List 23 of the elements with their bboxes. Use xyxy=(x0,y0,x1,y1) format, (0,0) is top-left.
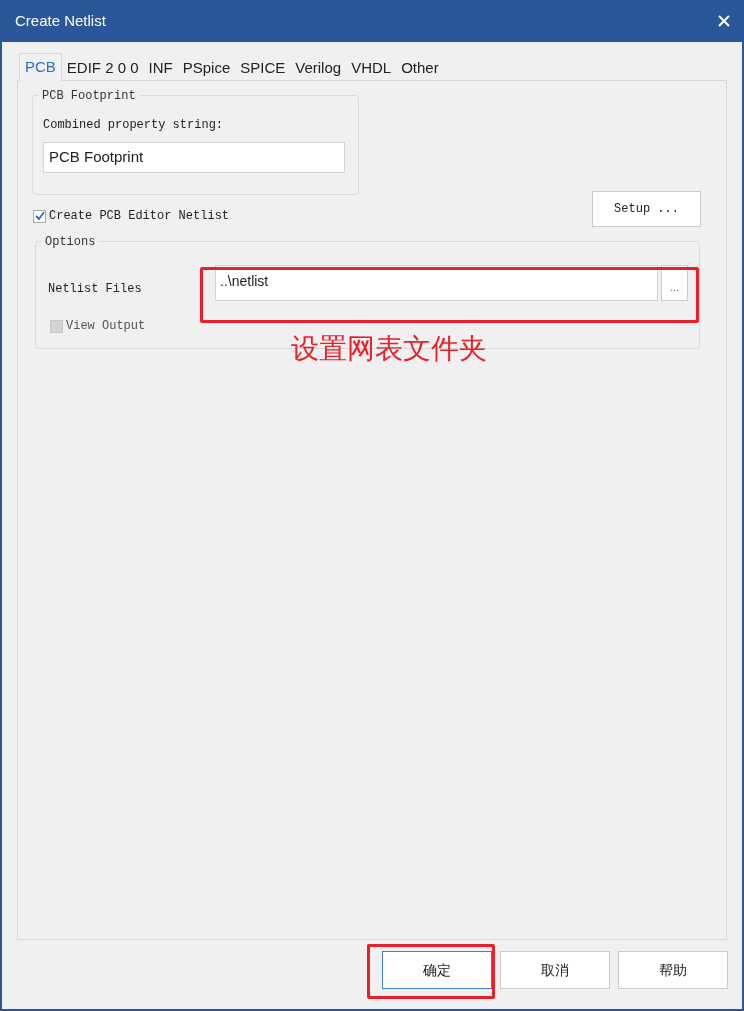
window-title: Create Netlist xyxy=(15,10,106,31)
annotation-text: 设置网表文件夹 xyxy=(291,332,487,366)
tab[interactable]: SPICE xyxy=(235,56,291,80)
tab[interactable]: VHDL xyxy=(346,56,397,80)
checkbox-label: Create PCB Editor Netlist xyxy=(49,208,230,225)
field-label: Netlist Files xyxy=(48,281,143,298)
field-label: Combined property string: xyxy=(43,117,225,134)
tab[interactable]: PCB xyxy=(19,53,62,81)
input-field[interactable]: PCB Footprint xyxy=(43,142,345,173)
close-icon[interactable] xyxy=(718,15,730,27)
tab[interactable]: INF xyxy=(143,56,178,80)
group-title: Options xyxy=(42,233,99,251)
tab[interactable]: Verilog xyxy=(290,56,347,80)
group-title: PCB Footprint xyxy=(39,87,139,105)
dialog-button[interactable]: 帮助 xyxy=(618,951,728,989)
dialog-button[interactable]: 确定 xyxy=(382,951,492,989)
checkbox-label: View Output xyxy=(66,318,146,335)
checkbox[interactable] xyxy=(33,209,46,223)
dialog-button[interactable]: 取消 xyxy=(500,951,610,989)
setup-button[interactable]: Setup ... xyxy=(592,191,701,227)
tab[interactable]: EDIF 2 0 0 xyxy=(61,56,144,80)
tab[interactable]: PSpice xyxy=(177,56,236,80)
tab[interactable]: Other xyxy=(396,56,444,80)
